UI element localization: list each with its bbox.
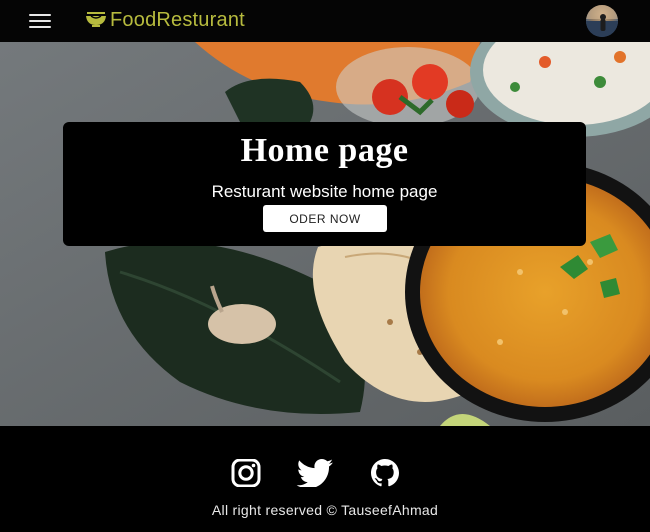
instagram-link[interactable]	[226, 459, 266, 487]
twitter-link[interactable]	[295, 459, 335, 487]
page-title: Home page	[240, 132, 409, 169]
twitter-icon	[296, 459, 333, 487]
bowl-icon	[86, 12, 106, 27]
order-now-button[interactable]: ODER NOW	[263, 205, 387, 232]
social-links	[226, 459, 410, 487]
hero-card: Home page Resturant website home page OD…	[63, 122, 586, 246]
brand-link[interactable]: FoodResturant	[84, 7, 245, 33]
hero-subtitle: Resturant website home page	[211, 182, 438, 201]
footer: All right reserved © TauseefAhmad	[0, 426, 650, 532]
copyright-text: All right reserved © TauseefAhmad	[211, 502, 439, 518]
brand-name: FoodResturant	[110, 8, 245, 31]
github-link[interactable]	[365, 459, 405, 487]
hamburger-menu-icon[interactable]	[29, 14, 51, 28]
navbar: FoodResturant	[0, 0, 650, 42]
instagram-icon	[231, 459, 261, 487]
github-icon	[371, 459, 399, 487]
user-avatar[interactable]	[586, 5, 618, 37]
hero-banner: Home page Resturant website home page OD…	[0, 42, 650, 426]
